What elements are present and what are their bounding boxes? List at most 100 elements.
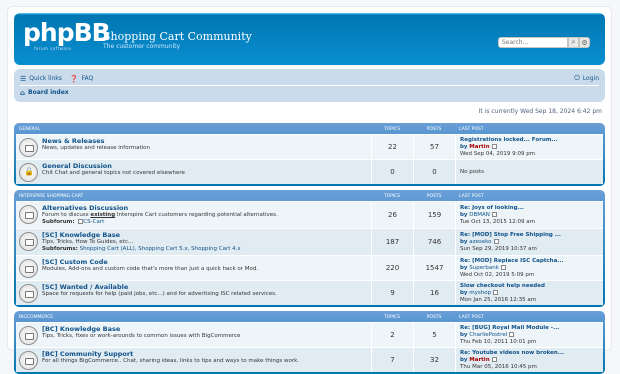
last-post-user[interactable]: myshop <box>469 290 491 296</box>
last-post-user[interactable]: Martin <box>469 144 489 150</box>
last-post-title[interactable]: Re: [BUG] Royal Mail Module -... <box>460 325 603 332</box>
phpbb-logo[interactable]: phpBB <box>23 20 111 45</box>
by-label: by <box>460 143 468 150</box>
forum-title[interactable]: [BC] Community Support <box>42 350 299 358</box>
last-post-title[interactable]: Re: [MOD] Stop Free Shipping ... <box>460 232 603 239</box>
search-box: ⌕ ⚙ <box>498 37 590 48</box>
view-latest-post-icon[interactable] <box>493 289 499 295</box>
forum-description: News, updates and release information <box>42 145 150 151</box>
post-count: 1547 <box>413 256 455 280</box>
no-posts-label: No posts <box>460 168 484 175</box>
topic-count: 22 <box>371 135 413 159</box>
view-latest-post-icon[interactable] <box>509 331 515 337</box>
col-last-post: LAST POST <box>459 126 484 132</box>
forum-locked-icon <box>19 163 38 182</box>
col-posts: POSTS <box>426 314 442 320</box>
forum-title[interactable]: General Discussion <box>42 162 185 170</box>
forum-description: For all things BigCommerce.. Chat, shari… <box>42 358 300 364</box>
post-count: 32 <box>413 348 455 372</box>
topic-count: 187 <box>371 229 413 255</box>
category-header: GENERAL TOPICS POSTS LAST POST <box>16 124 603 134</box>
login-label: Login <box>582 75 599 82</box>
last-post-date: Tue Oct 13, 2015 12:09 am <box>460 218 535 225</box>
board-index-link[interactable]: Board index <box>28 89 69 96</box>
search-input[interactable] <box>498 37 568 48</box>
last-post-user[interactable]: CharliePostrel <box>469 332 507 338</box>
last-post-title[interactable]: Slow checkout help needed <box>460 283 603 290</box>
last-post: Registrations locked... Forum... by Mart… <box>455 135 603 159</box>
col-topics: TOPICS <box>383 126 401 132</box>
forum-description: Space for requests for help (paid jobs, … <box>42 291 277 297</box>
col-last-post: LAST POST <box>459 314 484 320</box>
last-post-user[interactable]: Martin <box>469 357 489 363</box>
breadcrumb: ⌂ Board index <box>20 85 599 99</box>
view-latest-post-icon[interactable] <box>491 356 497 362</box>
current-datetime: It is currently Wed Sep 18, 2024 6:42 pm <box>478 108 602 115</box>
forum-read-icon <box>19 351 38 370</box>
last-post-user[interactable]: Superbank <box>469 265 499 271</box>
forum-row: News & Releases News, updates and releas… <box>16 134 603 159</box>
col-topics: TOPICS <box>383 314 401 320</box>
last-post-title[interactable]: Registrations locked... Forum... <box>460 137 603 144</box>
navbar: ☰ Quick links ❓ FAQ ⏻ Login ⌂ Board index <box>14 69 605 102</box>
forum-read-icon <box>19 232 38 251</box>
forum-row: [SC] Knowledge Base Tips, Tricks, How To… <box>16 228 603 255</box>
forum-title[interactable]: Alternatives Discussion <box>42 204 278 212</box>
last-post-title[interactable]: Re: Joys of looking... <box>460 205 603 212</box>
last-post: Re: [MOD] Replace ISC Captcha... by Supe… <box>455 256 603 280</box>
question-icon: ❓ <box>69 74 79 83</box>
last-post-title[interactable]: Re: [MOD] Replace ISC Captcha... <box>460 258 603 265</box>
category-interspire: INTERSPIRE SHOPPING CART TOPICS POSTS LA… <box>14 190 605 307</box>
last-post: Slow checkout help needed by myshop Mon … <box>455 281 603 305</box>
search-icon[interactable]: ⌕ <box>568 37 579 48</box>
post-count: 159 <box>413 202 455 228</box>
logo-subtitle: forum software <box>34 46 72 51</box>
forum-row: [BC] Community Support For all things Bi… <box>16 347 603 372</box>
subforum-link[interactable]: CS-Cart <box>83 219 104 225</box>
topic-count: 26 <box>371 202 413 228</box>
forum-title[interactable]: [SC] Knowledge Base <box>42 231 241 239</box>
category-title[interactable]: BIGCOMMERCE <box>16 315 371 320</box>
forum-read-icon <box>19 138 38 157</box>
forum-title[interactable]: [SC] Custom Code <box>42 258 258 266</box>
last-post: No posts <box>455 160 603 184</box>
login-link[interactable]: ⏻ Login <box>574 74 599 83</box>
site-description: The customer community <box>103 43 181 50</box>
view-latest-post-icon[interactable] <box>491 211 497 217</box>
last-post-date: Sun Sep 29, 2019 10:37 am <box>460 245 537 252</box>
col-last-post: LAST POST <box>459 193 484 199</box>
faq-link[interactable]: ❓ FAQ <box>70 75 93 83</box>
gear-icon[interactable]: ⚙ <box>579 37 590 48</box>
power-icon: ⏻ <box>574 74 580 82</box>
col-posts: POSTS <box>426 126 442 132</box>
bars-icon: ☰ <box>20 74 27 83</box>
category-title[interactable]: INTERSPIRE SHOPPING CART <box>16 194 371 199</box>
view-latest-post-icon[interactable] <box>500 264 506 270</box>
last-post-date: Wed Sep 04, 2019 9:09 pm <box>460 150 536 157</box>
forum-description: Tips, Tricks, fixes or work-arounds to c… <box>42 333 241 339</box>
last-post-user[interactable]: DBMAN <box>469 212 490 218</box>
last-post-title[interactable]: Re: Youtube videos now broken... <box>460 350 603 357</box>
col-posts: POSTS <box>426 193 442 199</box>
forum-title[interactable]: News & Releases <box>42 137 150 145</box>
topic-count: 9 <box>371 281 413 305</box>
last-post-date: Wed Oct 02, 2019 5:09 pm <box>460 271 535 278</box>
quick-links-menu[interactable]: ☰ Quick links <box>20 75 62 83</box>
view-latest-post-icon[interactable] <box>493 238 499 244</box>
subforum-links[interactable]: Shopping Cart (ALL), Shopping Cart 5.x, … <box>80 246 241 252</box>
last-post-user[interactable]: azeseko <box>469 239 491 245</box>
post-count: 0 <box>413 160 455 184</box>
forum-row: [BC] Knowledge Base Tips, Tricks, fixes … <box>16 322 603 347</box>
forum-title[interactable]: [BC] Knowledge Base <box>42 325 240 333</box>
forum-title[interactable]: [SC] Wanted / Available <box>42 283 277 291</box>
subforum-list: Subforum: CS-Cart <box>42 219 105 225</box>
last-post: Re: [MOD] Stop Free Shipping ... by azes… <box>455 229 603 255</box>
site-header: phpBB forum software Shopping Cart Commu… <box>14 13 605 65</box>
last-post: Re: [BUG] Royal Mail Module -... by Char… <box>455 323 603 347</box>
category-header: BIGCOMMERCE TOPICS POSTS LAST POST <box>16 312 603 322</box>
page-container: phpBB forum software Shopping Cart Commu… <box>7 6 612 374</box>
faq-label: FAQ <box>81 75 94 82</box>
view-latest-post-icon[interactable] <box>491 143 497 149</box>
category-title[interactable]: GENERAL <box>16 127 371 132</box>
forum-description: Chit Chat and general topics not covered… <box>42 170 185 176</box>
